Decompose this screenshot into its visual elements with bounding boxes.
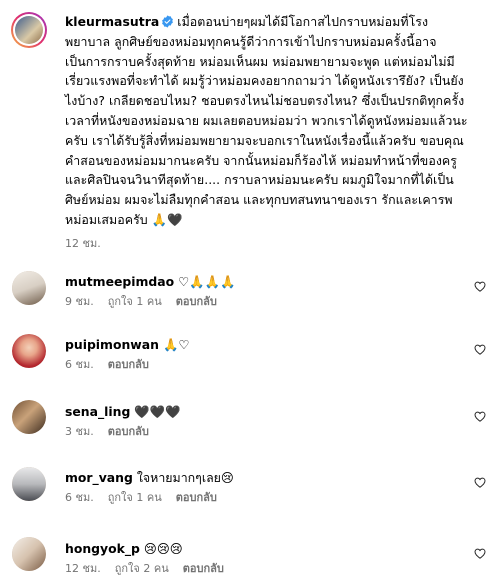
like-heart-icon[interactable]: [474, 281, 486, 292]
comments-panel: kleurmasutra เมื่อตอนบ่ายๆผมได้มีโอกาสไปก…: [0, 0, 499, 588]
commenter-avatar[interactable]: [12, 537, 46, 571]
reply-button[interactable]: ตอบกลับ: [108, 425, 149, 438]
reply-button[interactable]: ตอบกลับ: [183, 562, 224, 575]
comment-username[interactable]: mor_vang: [65, 470, 133, 485]
reply-button[interactable]: ตอบกลับ: [108, 358, 149, 371]
comment-text: 😢😢😢: [143, 541, 183, 556]
commenter-avatar[interactable]: [12, 271, 46, 305]
comment-time: 6 ชม.: [65, 358, 94, 371]
commenter-avatar[interactable]: [12, 334, 46, 368]
comment-text: ใจหายมากๆเลย😢: [136, 470, 234, 485]
comment-username[interactable]: puipimonwan: [65, 337, 159, 352]
commenter-avatar[interactable]: [12, 400, 46, 434]
verified-badge-icon: [162, 15, 174, 28]
comment-item: mor_vang ใจหายมากๆเลย😢 6 ชม. ถูกใจ 1 คน ตอบ…: [65, 469, 465, 505]
post-meta: 12 ชม.: [65, 234, 115, 252]
comment-time: 9 ชม.: [65, 295, 94, 308]
like-heart-icon[interactable]: [474, 548, 486, 559]
comment-likes[interactable]: ถูกใจ 1 คน: [108, 295, 162, 308]
comment-time: 3 ชม.: [65, 425, 94, 438]
comment-text: 🙏♡: [162, 337, 190, 352]
comment-likes[interactable]: ถูกใจ 2 คน: [115, 562, 169, 575]
comment-username[interactable]: mutmeepimdao: [65, 274, 174, 289]
post-author-avatar[interactable]: [11, 12, 47, 48]
comment-text: ♡🙏🙏🙏: [178, 274, 236, 289]
comment-time: 6 ชม.: [65, 491, 94, 504]
comment-username[interactable]: sena_ling: [65, 404, 130, 419]
reply-button[interactable]: ตอบกลับ: [176, 295, 217, 308]
post-caption-text: เมื่อตอนบ่ายๆผมได้มีโอกาสไปกราบหม่อมที่โ…: [65, 14, 468, 227]
post-caption: kleurmasutra เมื่อตอนบ่ายๆผมได้มีโอกาสไปก…: [65, 12, 470, 230]
comment-item: mutmeepimdao ♡🙏🙏🙏 9 ชม. ถูกใจ 1 คน ตอบกลับ: [65, 273, 465, 309]
comment-username[interactable]: hongyok_p: [65, 541, 140, 556]
commenter-avatar[interactable]: [12, 467, 46, 501]
reply-button[interactable]: ตอบกลับ: [176, 491, 217, 504]
post-time: 12 ชม.: [65, 237, 101, 250]
like-heart-icon[interactable]: [474, 477, 486, 488]
post-author-username[interactable]: kleurmasutra: [65, 14, 159, 29]
comment-item: puipimonwan 🙏♡ 6 ชม. ตอบกลับ: [65, 336, 465, 372]
comment-text: 🖤🖤🖤: [134, 404, 181, 419]
comment-likes[interactable]: ถูกใจ 1 คน: [108, 491, 162, 504]
comment-item: hongyok_p 😢😢😢 12 ชม. ถูกใจ 2 คน ตอบกลับ: [65, 540, 465, 576]
comment-time: 12 ชม.: [65, 562, 101, 575]
comment-item: sena_ling 🖤🖤🖤 3 ชม. ตอบกลับ: [65, 403, 465, 439]
like-heart-icon[interactable]: [474, 344, 486, 355]
like-heart-icon[interactable]: [474, 411, 486, 422]
